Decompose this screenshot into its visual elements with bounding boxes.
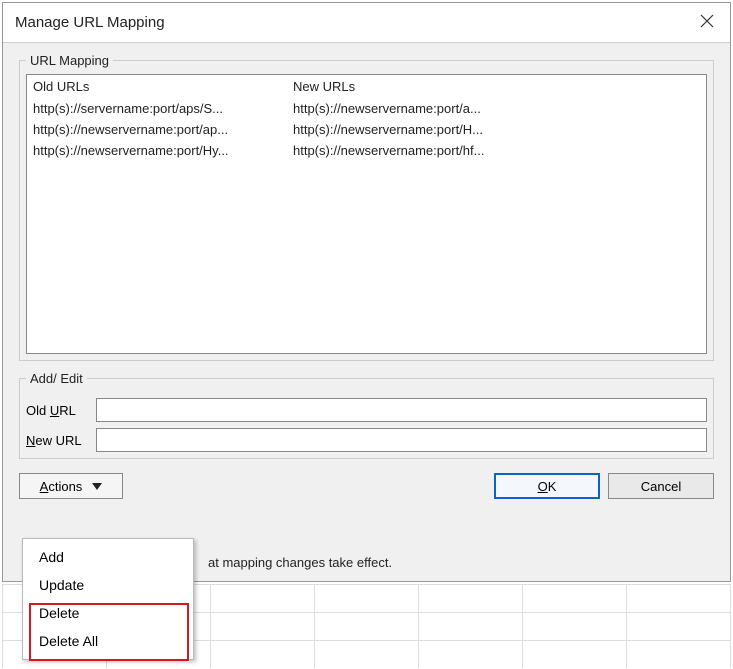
menu-item-delete-all[interactable]: Delete All <box>23 627 193 655</box>
manage-url-mapping-dialog: Manage URL Mapping URL Mapping Old URLs … <box>2 2 731 582</box>
table-header-row: Old URLs New URLs <box>27 75 706 98</box>
menu-item-add[interactable]: Add <box>23 543 193 571</box>
menu-item-update[interactable]: Update <box>23 571 193 599</box>
col-new-urls[interactable]: New URLs <box>287 75 547 98</box>
menu-item-delete[interactable]: Delete <box>23 599 193 627</box>
cell-new-url: http(s)://newservername:port/a... <box>287 98 547 119</box>
titlebar: Manage URL Mapping <box>3 3 730 43</box>
actions-menu: Add Update Delete Delete All <box>22 538 194 660</box>
close-button[interactable] <box>684 3 730 42</box>
url-mapping-legend: URL Mapping <box>26 53 113 68</box>
new-url-input[interactable] <box>96 428 707 452</box>
cell-old-url: http(s)://servername:port/aps/S... <box>27 98 287 119</box>
add-edit-legend: Add/ Edit <box>26 371 87 386</box>
add-edit-group: Add/ Edit Old URL New URL <box>19 371 714 459</box>
url-mapping-table[interactable]: Old URLs New URLs http(s)://servername:p… <box>26 74 707 354</box>
old-url-label: Old URL <box>26 403 96 418</box>
table-row[interactable]: http(s)://newservername:port/ap... http(… <box>27 119 706 140</box>
cell-old-url: http(s)://newservername:port/Hy... <box>27 140 287 161</box>
dialog-title: Manage URL Mapping <box>3 14 684 31</box>
close-icon <box>700 12 714 33</box>
chevron-down-icon <box>92 483 102 490</box>
hint-text: at mapping changes take effect. <box>208 555 392 570</box>
cell-old-url: http(s)://newservername:port/ap... <box>27 119 287 140</box>
ok-button[interactable]: OK <box>494 473 600 499</box>
table-row[interactable]: http(s)://newservername:port/Hy... http(… <box>27 140 706 161</box>
col-old-urls[interactable]: Old URLs <box>27 75 287 98</box>
cancel-button[interactable]: Cancel <box>608 473 714 499</box>
new-url-label: New URL <box>26 433 96 448</box>
old-url-input[interactable] <box>96 398 707 422</box>
url-mapping-group: URL Mapping Old URLs New URLs http(s)://… <box>19 53 714 361</box>
table-row[interactable]: http(s)://servername:port/aps/S... http(… <box>27 98 706 119</box>
actions-button[interactable]: Actions <box>19 473 123 499</box>
cell-new-url: http(s)://newservername:port/H... <box>287 119 547 140</box>
cell-new-url: http(s)://newservername:port/hf... <box>287 140 547 161</box>
